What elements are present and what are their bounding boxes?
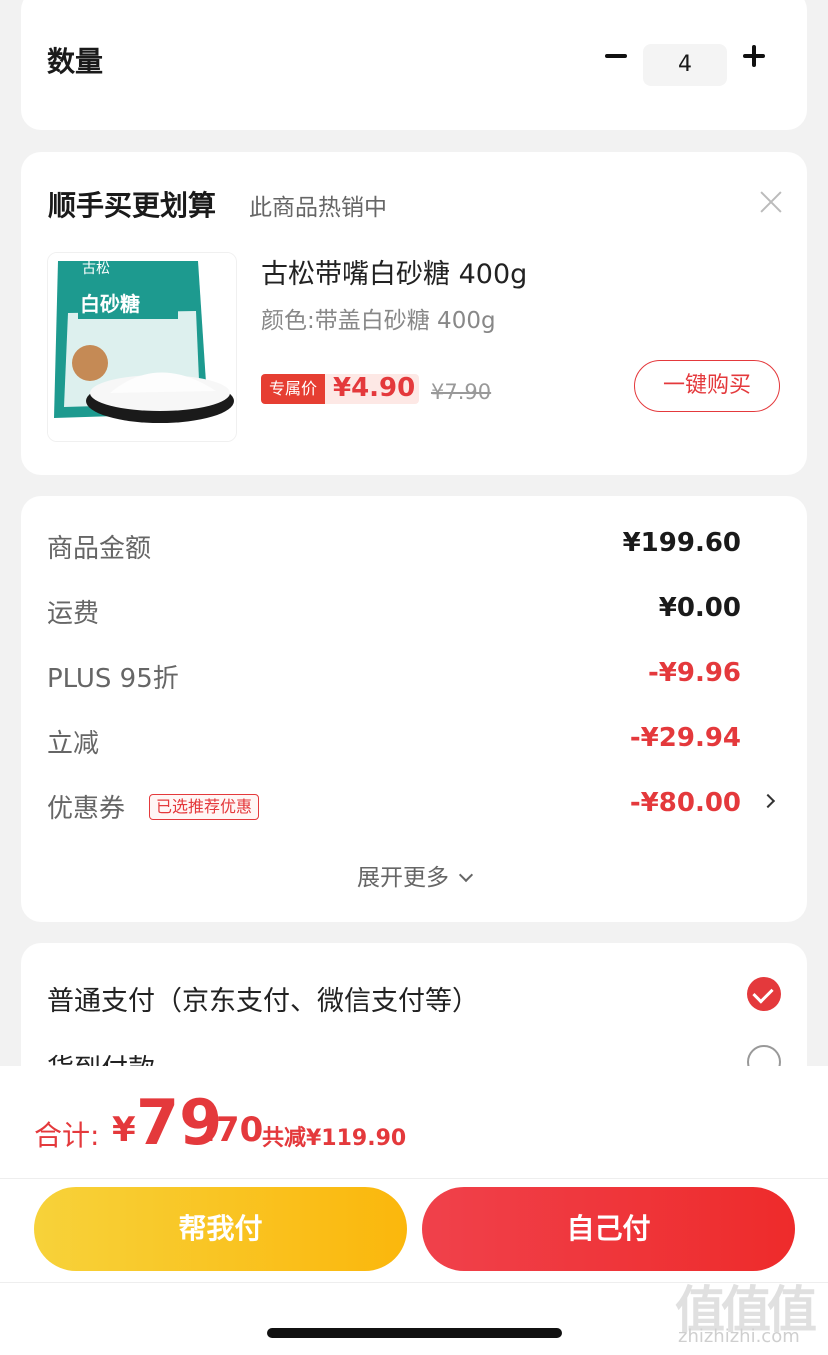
goods-amount-value: ¥199.60 [622,528,741,558]
quantity-card: 数量 4 [21,0,807,130]
total-amount-decimal: .70 [203,1110,264,1150]
product-spec: 颜色:带盖白砂糖 400g [261,308,496,334]
goods-amount-label: 商品金额 [47,534,152,564]
coupon-badge: 已选推荐优惠 [149,794,260,820]
product-logo: 古松 [82,261,110,277]
one-click-buy-button[interactable]: 一键购买 [634,360,780,412]
shipping-label: 运费 [47,599,100,629]
chevron-down-icon [458,867,474,883]
total-saved: 共减¥119.90 [262,1126,407,1151]
amount-card: 商品金额 ¥199.60 运费 ¥0.00 PLUS 95折 -¥9.96 立减… [21,496,807,922]
recommend-title: 顺手买更划算 [48,189,217,222]
total-currency: ¥ [112,1110,136,1150]
product-original-price: ¥7.90 [431,380,492,404]
instant-discount-label: 立减 [47,729,100,759]
close-icon[interactable] [759,190,783,214]
payment-option-normal[interactable]: 普通支付（京东支付、微信支付等） [47,979,479,1018]
coupon-label: 优惠券 [47,794,126,824]
expand-more-label: 展开更多 [357,865,449,891]
quantity-label: 数量 [47,45,104,78]
plus-discount-label: PLUS 95折 [47,664,179,694]
product-label: 白砂糖 [80,292,140,316]
self-pay-button[interactable]: 自己付 [422,1187,795,1271]
product-price: ¥4.90 [333,373,416,403]
coupon-value[interactable]: -¥80.00 [630,788,741,818]
plus-discount-value: -¥9.96 [647,658,741,688]
home-indicator[interactable] [267,1328,562,1338]
total-label: 合计: [34,1119,100,1152]
product-image[interactable]: 古松 白砂糖 [47,252,237,442]
exclusive-price-tag: 专属价 [261,374,325,404]
increase-quantity-button[interactable] [741,38,769,72]
quantity-value[interactable]: 4 [643,44,727,86]
chevron-right-icon[interactable] [763,794,775,808]
instant-discount-value: -¥29.94 [629,723,741,753]
watermark-url: zhizhizhi.com [678,1326,800,1347]
recommend-subtitle: 此商品热销中 [249,195,387,221]
shipping-value: ¥0.00 [658,593,741,623]
expand-more-button[interactable]: 展开更多 [21,858,807,892]
decrease-quantity-button[interactable] [603,38,631,72]
checked-icon[interactable] [747,977,781,1011]
checkout-bar: 合计: ¥ 79 .70 共减¥119.90 帮我付 自己付 值值值 zhizh… [0,1066,828,1355]
help-pay-button[interactable]: 帮我付 [34,1187,407,1271]
product-name[interactable]: 古松带嘴白砂糖 400g [261,252,527,291]
divider [0,1178,828,1179]
recommend-card: 顺手买更划算 此商品热销中 古松 白砂糖 古松带嘴白砂糖 400g 颜色:带盖白… [21,152,807,475]
